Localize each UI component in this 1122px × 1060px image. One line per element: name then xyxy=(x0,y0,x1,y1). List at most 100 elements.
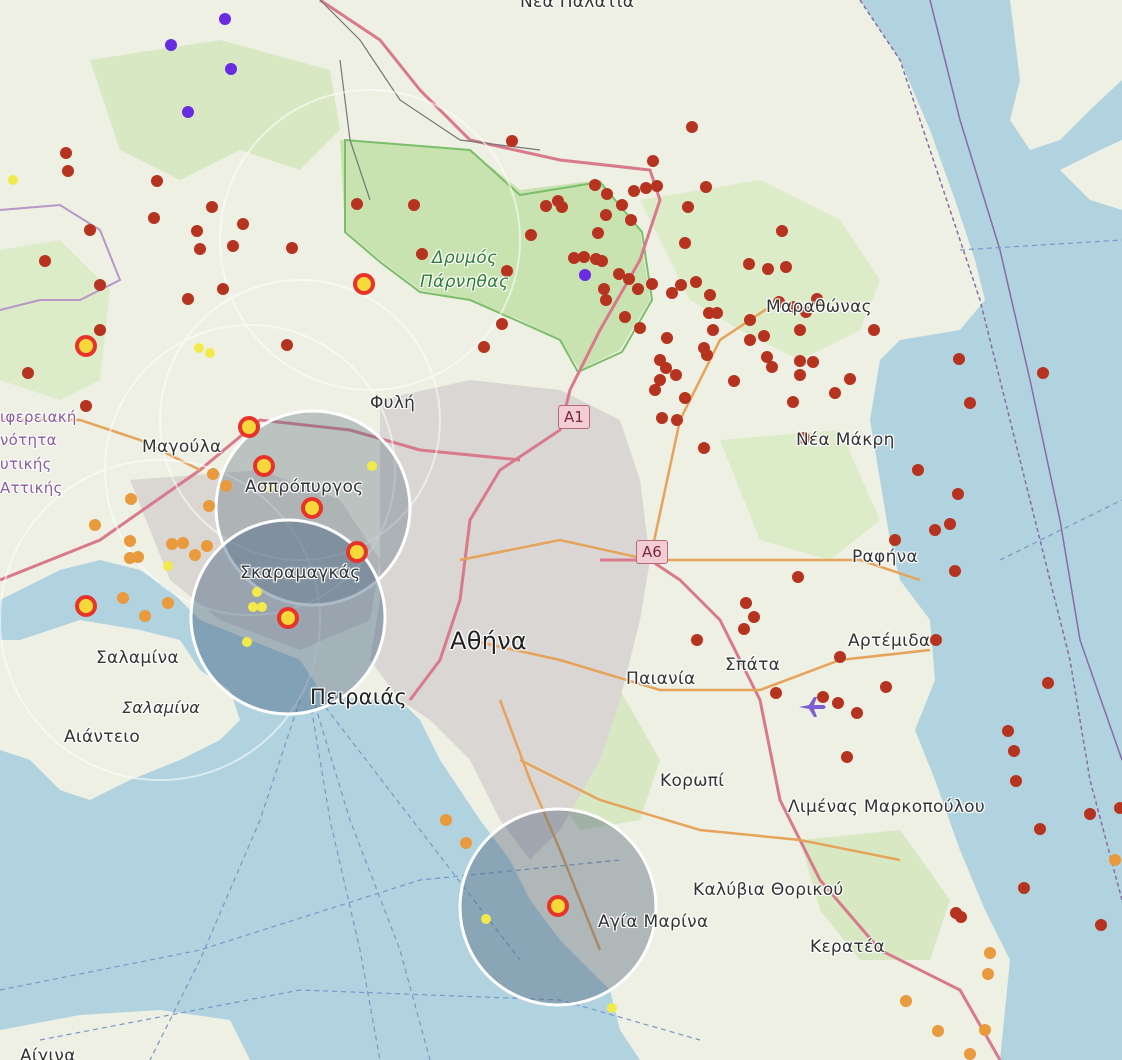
fire-marker-red[interactable] xyxy=(1034,823,1046,835)
fire-marker-orange[interactable] xyxy=(220,480,232,492)
fire-marker-orange[interactable] xyxy=(900,995,912,1007)
fire-marker-red[interactable] xyxy=(744,334,756,346)
fire-marker-red[interactable] xyxy=(671,414,683,426)
fire-marker-red[interactable] xyxy=(148,212,160,224)
fire-marker-red[interactable] xyxy=(182,293,194,305)
fire-marker-red[interactable] xyxy=(619,311,631,323)
fire-marker-red[interactable] xyxy=(94,279,106,291)
fire-marker-red[interactable] xyxy=(660,362,672,374)
fire-marker-highlight[interactable] xyxy=(253,455,275,477)
fire-marker-red[interactable] xyxy=(889,534,901,546)
fire-marker-purple[interactable] xyxy=(182,106,194,118)
fire-marker-red[interactable] xyxy=(651,180,663,192)
fire-marker-red[interactable] xyxy=(578,251,590,263)
fire-marker-red[interactable] xyxy=(408,199,420,211)
fire-marker-orange[interactable] xyxy=(162,597,174,609)
fire-marker-purple[interactable] xyxy=(579,269,591,281)
fire-marker-red[interactable] xyxy=(62,165,74,177)
fire-marker-red[interactable] xyxy=(834,651,846,663)
fire-marker-red[interactable] xyxy=(1008,745,1020,757)
fire-marker-orange[interactable] xyxy=(982,968,994,980)
fire-marker-red[interactable] xyxy=(80,400,92,412)
fire-marker-red[interactable] xyxy=(780,261,792,273)
fire-marker-orange[interactable] xyxy=(89,519,101,531)
fire-marker-red[interactable] xyxy=(930,634,942,646)
fire-marker-yellow[interactable] xyxy=(257,602,267,612)
fire-marker-red[interactable] xyxy=(711,307,723,319)
fire-marker-red[interactable] xyxy=(22,367,34,379)
fire-marker-red[interactable] xyxy=(506,135,518,147)
fire-marker-red[interactable] xyxy=(740,597,752,609)
fire-marker-red[interactable] xyxy=(704,289,716,301)
fire-marker-orange[interactable] xyxy=(440,814,452,826)
fire-marker-red[interactable] xyxy=(60,147,72,159)
fire-marker-red[interactable] xyxy=(1037,367,1049,379)
fire-marker-red[interactable] xyxy=(217,283,229,295)
fire-marker-red[interactable] xyxy=(690,276,702,288)
fire-marker-orange[interactable] xyxy=(1109,854,1121,866)
fire-marker-yellow[interactable] xyxy=(242,637,252,647)
fire-marker-red[interactable] xyxy=(600,294,612,306)
fire-marker-red[interactable] xyxy=(478,341,490,353)
fire-marker-red[interactable] xyxy=(776,225,788,237)
fire-marker-red[interactable] xyxy=(728,375,740,387)
fire-marker-purple[interactable] xyxy=(219,13,231,25)
fire-marker-orange[interactable] xyxy=(125,493,137,505)
fire-marker-red[interactable] xyxy=(807,356,819,368)
fire-marker-red[interactable] xyxy=(792,571,804,583)
fire-marker-red[interactable] xyxy=(955,911,967,923)
fire-marker-highlight[interactable] xyxy=(238,416,260,438)
fire-marker-red[interactable] xyxy=(206,201,218,213)
fire-marker-orange[interactable] xyxy=(117,592,129,604)
fire-marker-orange[interactable] xyxy=(460,837,472,849)
fire-marker-yellow[interactable] xyxy=(248,602,258,612)
fire-marker-red[interactable] xyxy=(758,330,770,342)
fire-marker-red[interactable] xyxy=(496,318,508,330)
fire-marker-red[interactable] xyxy=(794,355,806,367)
fire-marker-red[interactable] xyxy=(601,188,613,200)
fire-marker-red[interactable] xyxy=(929,524,941,536)
fire-marker-red[interactable] xyxy=(1084,808,1096,820)
fire-marker-red[interactable] xyxy=(656,412,668,424)
fire-marker-red[interactable] xyxy=(623,273,635,285)
fire-marker-red[interactable] xyxy=(682,201,694,213)
fire-marker-orange[interactable] xyxy=(124,552,136,564)
fire-marker-red[interactable] xyxy=(625,214,637,226)
fire-marker-red[interactable] xyxy=(84,224,96,236)
fire-marker-red[interactable] xyxy=(556,201,568,213)
fire-marker-red[interactable] xyxy=(829,387,841,399)
fire-marker-red[interactable] xyxy=(794,324,806,336)
fire-marker-red[interactable] xyxy=(1010,775,1022,787)
fire-marker-red[interactable] xyxy=(738,623,750,635)
fire-marker-red[interactable] xyxy=(832,697,844,709)
fire-marker-red[interactable] xyxy=(964,397,976,409)
fire-marker-highlight[interactable] xyxy=(75,335,97,357)
fire-marker-red[interactable] xyxy=(646,278,658,290)
fire-marker-red[interactable] xyxy=(281,339,293,351)
fire-marker-red[interactable] xyxy=(661,332,673,344)
fire-marker-highlight[interactable] xyxy=(277,607,299,629)
fire-marker-red[interactable] xyxy=(670,369,682,381)
fire-marker-red[interactable] xyxy=(640,182,652,194)
fire-marker-highlight[interactable] xyxy=(346,541,368,563)
fire-marker-orange[interactable] xyxy=(964,1048,976,1060)
fire-marker-red[interactable] xyxy=(628,185,640,197)
fire-marker-yellow[interactable] xyxy=(367,461,377,471)
fire-marker-yellow[interactable] xyxy=(481,914,491,924)
fire-marker-red[interactable] xyxy=(647,155,659,167)
fire-marker-red[interactable] xyxy=(632,283,644,295)
fire-marker-red[interactable] xyxy=(851,707,863,719)
fire-marker-red[interactable] xyxy=(1002,725,1014,737)
fire-marker-yellow[interactable] xyxy=(194,343,204,353)
fire-marker-red[interactable] xyxy=(748,611,760,623)
fire-marker-red[interactable] xyxy=(707,324,719,336)
fire-marker-red[interactable] xyxy=(94,324,106,336)
fire-marker-red[interactable] xyxy=(766,361,778,373)
fire-marker-red[interactable] xyxy=(770,687,782,699)
fire-marker-highlight[interactable] xyxy=(75,595,97,617)
fire-marker-red[interactable] xyxy=(525,229,537,241)
fire-marker-red[interactable] xyxy=(596,255,608,267)
fire-marker-yellow[interactable] xyxy=(205,348,215,358)
fire-marker-red[interactable] xyxy=(616,199,628,211)
fire-marker-red[interactable] xyxy=(949,565,961,577)
